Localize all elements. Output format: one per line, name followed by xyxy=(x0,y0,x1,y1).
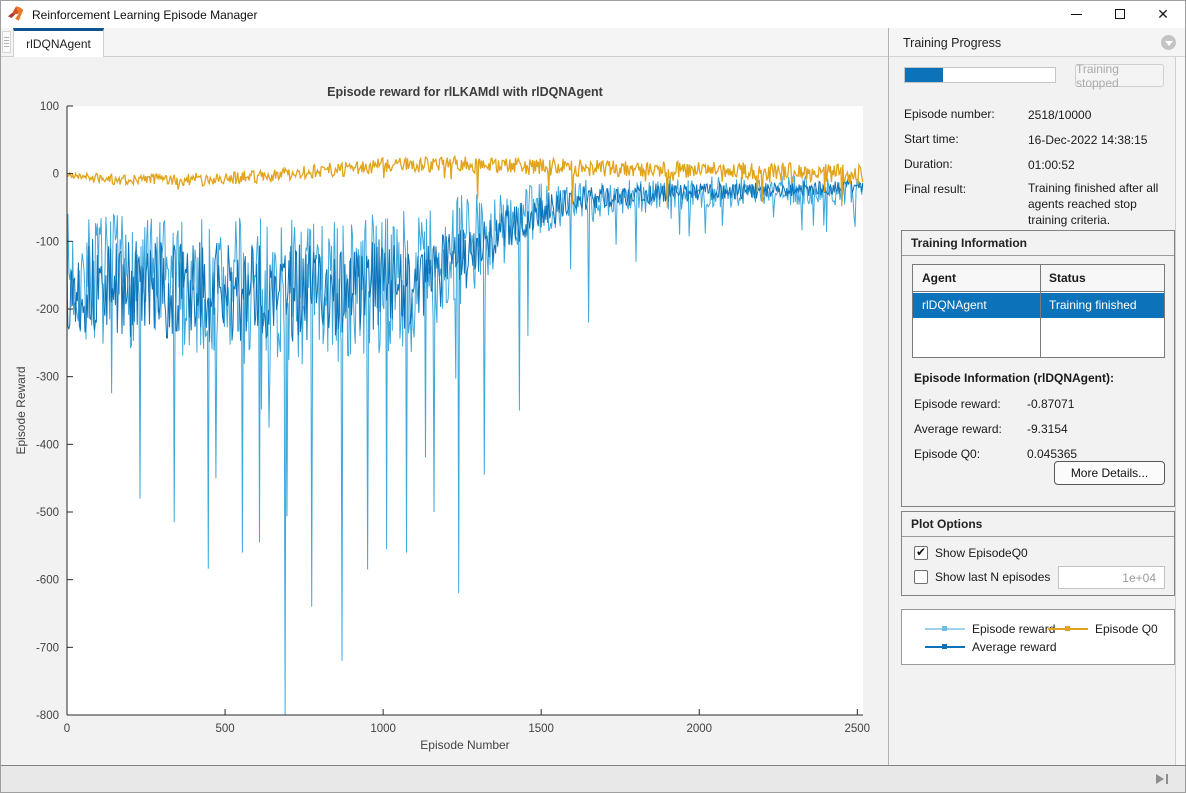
training-progress-title: Training Progress xyxy=(903,36,1001,50)
svg-text:Episode reward for rlLKAMdl wi: Episode reward for rlLKAMdl with rlDQNAg… xyxy=(327,85,604,99)
average-reward-value: -9.3154 xyxy=(1027,422,1068,436)
average-reward-label: Average reward: xyxy=(914,422,1002,436)
chart-legend: Episode reward Average reward Episode Q0 xyxy=(901,609,1175,665)
matlab-logo-icon xyxy=(8,5,26,22)
skip-to-end-icon[interactable] xyxy=(1156,773,1176,785)
svg-text:-700: -700 xyxy=(36,642,59,654)
episode-q0-swatch xyxy=(1048,628,1088,630)
start-time-label: Start time: xyxy=(904,132,1014,146)
episode-q0-value: 0.045365 xyxy=(1027,447,1077,461)
training-progress-panel: Training Progress Training stopped Episo… xyxy=(888,28,1185,765)
show-episodeq0-label: Show EpisodeQ0 xyxy=(935,546,1028,560)
training-progress-header: Training Progress xyxy=(889,28,1185,57)
episode-number-label: Episode number: xyxy=(904,107,1014,121)
episode-reward-legend-label: Episode reward xyxy=(972,622,1055,636)
legend-item-episode-reward: Episode reward xyxy=(925,622,1055,636)
table-row[interactable]: rlDQNAgent Training finished xyxy=(913,293,1164,318)
svg-text:1000: 1000 xyxy=(370,723,396,735)
start-time-value: 16-Dec-2022 14:38:15 xyxy=(1028,132,1178,148)
legend-item-average-reward: Average reward xyxy=(925,640,1057,654)
more-details-button[interactable]: More Details... xyxy=(1054,461,1165,485)
minimize-button[interactable] xyxy=(1054,0,1098,28)
tab-strip xyxy=(1,28,888,57)
agent-status-table: Agent Status rlDQNAgent Training finishe… xyxy=(912,264,1165,358)
svg-text:-100: -100 xyxy=(36,236,59,248)
svg-text:-800: -800 xyxy=(36,710,59,722)
status-bar xyxy=(1,765,1185,792)
status-cell: Training finished xyxy=(1049,298,1137,312)
svg-text:2500: 2500 xyxy=(845,723,871,735)
table-header-row: Agent Status xyxy=(913,265,1164,292)
training-progress-fill xyxy=(905,68,943,82)
average-reward-legend-label: Average reward xyxy=(972,640,1057,654)
final-result-label: Final result: xyxy=(904,182,1014,196)
title-bar: Reinforcement Learning Episode Manager ✕ xyxy=(0,0,1186,28)
training-stopped-button[interactable]: Training stopped xyxy=(1075,64,1164,87)
episode-q0-legend-label: Episode Q0 xyxy=(1095,622,1158,636)
table-column-divider xyxy=(1040,265,1041,357)
status-column-header: Status xyxy=(1049,271,1086,285)
window-title: Reinforcement Learning Episode Manager xyxy=(32,8,257,22)
svg-text:0: 0 xyxy=(64,723,70,735)
svg-text:-400: -400 xyxy=(36,439,59,451)
plot-options-title: Plot Options xyxy=(911,517,982,531)
svg-text:Episode Reward: Episode Reward xyxy=(14,366,28,454)
episode-reward-swatch xyxy=(925,628,965,630)
show-last-n-episodes-checkbox[interactable] xyxy=(914,570,928,584)
collapse-progress-panel-icon[interactable] xyxy=(1161,35,1176,50)
panel-scroll-edge xyxy=(1175,57,1185,765)
svg-text:100: 100 xyxy=(40,101,59,113)
svg-text:Episode Number: Episode Number xyxy=(420,738,509,752)
training-information-title: Training Information xyxy=(911,236,1027,250)
show-last-n-episodes-label: Show last N episodes xyxy=(935,570,1050,584)
svg-text:-200: -200 xyxy=(36,304,59,316)
episode-number-value: 2518/10000 xyxy=(1028,107,1178,123)
training-information-section: Training Information Agent Status rlDQNA… xyxy=(901,230,1175,507)
training-progress-bar xyxy=(904,67,1056,83)
episode-reward-value: -0.87071 xyxy=(1027,397,1074,411)
svg-text:500: 500 xyxy=(215,723,234,735)
legend-item-episode-q0: Episode Q0 xyxy=(1048,622,1158,636)
svg-text:-300: -300 xyxy=(36,372,59,384)
tab-label: rlDQNAgent xyxy=(26,37,91,51)
duration-value: 01:00:52 xyxy=(1028,157,1178,173)
plot-options-section: Plot Options Show EpisodeQ0 Show last N … xyxy=(901,511,1175,596)
minimize-icon xyxy=(1071,14,1082,15)
average-reward-swatch xyxy=(925,646,965,648)
episode-reward-chart: 050010001500200025001000-100-200-300-400… xyxy=(1,57,888,765)
agent-column-header: Agent xyxy=(922,271,956,285)
final-result-value: Training finished after all agents reach… xyxy=(1028,180,1178,228)
show-episodeq0-checkbox[interactable] xyxy=(914,546,928,560)
duration-label: Duration: xyxy=(904,157,1014,171)
maximize-button[interactable] xyxy=(1098,0,1142,28)
svg-text:-500: -500 xyxy=(36,507,59,519)
episode-information-title: Episode Information (rlDQNAgent): xyxy=(914,371,1114,385)
svg-text:2000: 2000 xyxy=(686,723,712,735)
agent-cell: rlDQNAgent xyxy=(922,298,987,312)
episode-q0-label: Episode Q0: xyxy=(914,447,980,461)
chart-panel: 050010001500200025001000-100-200-300-400… xyxy=(1,57,888,765)
svg-text:1500: 1500 xyxy=(528,723,554,735)
episode-reward-label: Episode reward: xyxy=(914,397,1001,411)
tab-rldqnagent[interactable]: rlDQNAgent xyxy=(13,28,104,57)
svg-text:-600: -600 xyxy=(36,575,59,587)
maximize-icon xyxy=(1115,9,1125,19)
svg-text:0: 0 xyxy=(53,169,59,181)
tab-strip-grip[interactable] xyxy=(2,31,11,53)
n-episodes-input[interactable] xyxy=(1058,566,1165,589)
close-button[interactable]: ✕ xyxy=(1142,0,1184,28)
